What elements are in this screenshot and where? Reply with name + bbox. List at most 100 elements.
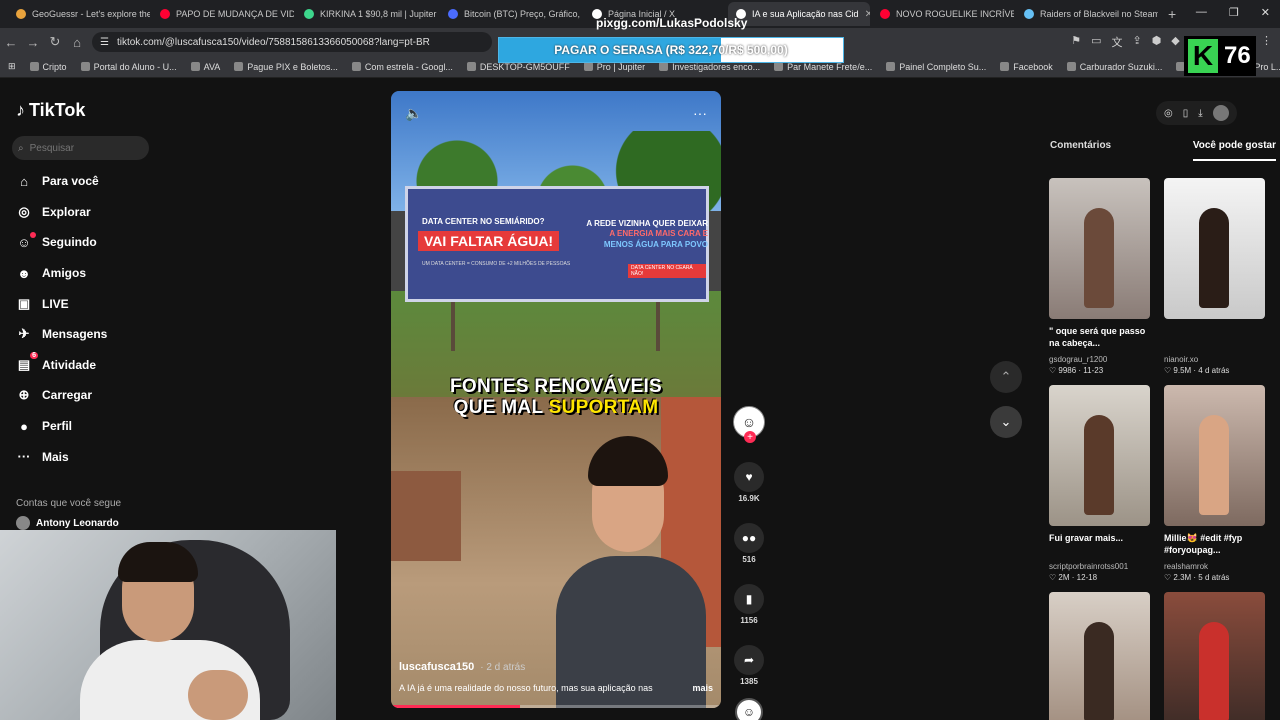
video-thumbnail[interactable] [1164, 178, 1265, 319]
card-author[interactable]: gsdograu_r1200 [1049, 355, 1150, 364]
bookmark-item[interactable]: Investigadores enco... [659, 62, 760, 72]
search-input[interactable] [29, 142, 130, 154]
browser-tab[interactable]: KIRKINA 1 $90,8 mil | Jupiter [296, 2, 438, 26]
previous-video-button[interactable]: ⌃ [990, 361, 1022, 393]
video-thumbnail[interactable] [1164, 592, 1265, 720]
bookmark-item[interactable]: Painel Completo Su... [886, 62, 986, 72]
bookmark-icon: ▮ [745, 592, 753, 606]
new-tab-button[interactable]: + [1160, 6, 1184, 22]
bookmark-item[interactable]: Facebook [1000, 62, 1053, 72]
apps-grid-icon[interactable]: ⊞ [8, 61, 16, 72]
music-disc[interactable]: ☺ [735, 698, 763, 720]
next-video-button[interactable]: ⌄ [990, 406, 1022, 438]
browser-tab[interactable]: GeoGuessr - Let's explore the [8, 2, 150, 26]
caption-line: QUE MAL SUPORTAM [391, 397, 721, 419]
suggested-video-card[interactable]: nianoir.xo ♡ 9.5M · 4 d atrás [1164, 178, 1265, 375]
video-player[interactable]: DATA CENTER NO SEMIÁRIDO? VAI FALTAR ÁGU… [391, 91, 721, 708]
browser-tab[interactable]: Bitcoin (BTC) Preço, Gráfico, Ca [440, 2, 582, 26]
bookmark-item[interactable]: Com estrela - Googl... [351, 62, 453, 72]
thumbnail-figure [1084, 208, 1114, 308]
sidebar-item[interactable]: ◎ Explorar [16, 203, 107, 222]
follow-plus-icon[interactable]: + [744, 431, 756, 443]
save-button[interactable]: ▮ [734, 584, 764, 614]
close-tab-icon[interactable]: ✕ [865, 9, 870, 20]
video-progress-bar[interactable] [391, 705, 721, 708]
more-options-icon[interactable]: ··· [693, 105, 707, 122]
bookmark-item[interactable]: AVA [190, 62, 220, 72]
extension-icon[interactable]: ▭ [1091, 34, 1101, 50]
video-author[interactable]: luscafusca150 · 2 d atrás [399, 661, 713, 673]
video-thumbnail[interactable] [1049, 178, 1150, 319]
bookmark-item[interactable]: DESKTOP-GM5OUFF [466, 62, 570, 72]
home-icon[interactable]: ⌂ [66, 35, 88, 50]
volume-icon[interactable]: 🔈 [405, 105, 422, 122]
tab-suggested[interactable]: Você pode gostar [1192, 140, 1276, 161]
sidebar-item[interactable]: ⌂ Para você [16, 172, 107, 191]
card-author[interactable]: scriptporbrainrotss001 [1049, 562, 1150, 571]
sidebar-item[interactable]: ⊕ Carregar [16, 386, 107, 405]
bookmark-item[interactable]: Pague PIX e Boletos... [234, 62, 338, 72]
share-icon[interactable]: ⇪ [1132, 34, 1141, 50]
sidebar-item[interactable]: ☺ Seguindo [16, 231, 107, 252]
bookmark-favicon-icon [583, 62, 593, 71]
bookmark-item[interactable]: Carburador Suzuki... [1066, 62, 1162, 72]
suggested-video-card[interactable]: Millie😻 #edit #fyp #foryoupag... realsham… [1164, 385, 1265, 582]
extension-icon[interactable]: ⬢ [1152, 34, 1162, 50]
more-link[interactable]: mais [692, 683, 713, 693]
site-info-icon[interactable]: ☰ [100, 37, 109, 48]
browser-tab[interactable]: PAPO DE MUDANÇA DE VIDA [152, 2, 294, 26]
reload-icon[interactable]: ↻ [44, 34, 66, 50]
suggested-video-card[interactable] [1164, 592, 1265, 720]
menu-kebab-icon[interactable]: ⋮ [1261, 34, 1272, 50]
like-button[interactable]: ♥ [734, 462, 764, 492]
bookmark-favicon-icon [351, 62, 361, 71]
sidebar-item[interactable]: ··· Mais [16, 447, 107, 466]
sidebar-item[interactable]: ● Perfil [16, 417, 107, 436]
video-caption-overlay: FONTES RENOVÁVEIS QUE MAL SUPORTAM [391, 376, 721, 419]
sidebar-item[interactable]: ✈ Mensagens [16, 325, 108, 344]
suggested-video-card[interactable] [1049, 592, 1150, 720]
video-thumbnail[interactable] [1049, 592, 1150, 720]
sidebar-item[interactable]: ▤ 6 Atividade [16, 351, 107, 375]
creator-avatar[interactable]: ☺ + [733, 406, 765, 443]
suggested-video-card[interactable]: Fui gravar mais... scriptporbrainrotss001… [1049, 385, 1150, 582]
tab-comments[interactable]: Comentários [1050, 140, 1111, 161]
card-author[interactable]: nianoir.xo [1164, 355, 1265, 364]
bookmark-item[interactable]: Portal do Aluno - U... [80, 62, 177, 72]
browser-tab[interactable]: IA e sua Aplicação nas Cid ✕ [728, 2, 870, 26]
share-button[interactable]: ➦ [734, 645, 764, 675]
tab-title: PAPO DE MUDANÇA DE VIDA [176, 9, 294, 19]
back-icon[interactable]: ← [0, 35, 22, 50]
extension-icon[interactable]: ◆ [1171, 34, 1179, 50]
download-icon[interactable]: ⤓ [1198, 108, 1202, 119]
sidebar-item[interactable]: ☻ Amigos [16, 264, 107, 283]
browser-tab[interactable]: Raiders of Blackveil no Steam [1016, 2, 1158, 26]
comment-button[interactable]: ●● [734, 523, 764, 553]
video-thumbnail[interactable] [1049, 385, 1150, 526]
profile-avatar[interactable] [1212, 105, 1229, 121]
coins-icon[interactable]: ◎ [1164, 108, 1173, 119]
extension-icon[interactable]: ⚑ [1071, 34, 1081, 50]
tiktok-logo[interactable]: ♪ TikTok [16, 100, 85, 121]
bookmark-item[interactable]: Par Manete Frete/e... [774, 62, 872, 72]
close-window-icon[interactable]: ✕ [1261, 6, 1270, 19]
suggested-video-card[interactable]: " oque será que passo na cabeça... gsdogr… [1049, 178, 1150, 375]
caption-line: FONTES RENOVÁVEIS [449, 376, 663, 397]
url-field[interactable]: ☰ tiktok.com/@luscafusca150/video/758815… [92, 32, 492, 52]
bookmark-item[interactable]: Cripto [29, 62, 67, 72]
author-name[interactable]: luscafusca150 [399, 661, 474, 673]
sidebar-item[interactable]: ▣ LIVE [16, 294, 107, 313]
tab-title: GeoGuessr - Let's explore the [32, 9, 150, 19]
forward-icon[interactable]: → [22, 35, 44, 50]
browser-tab[interactable]: NOVO ROGUELIKE INCRÍVEL L [872, 2, 1014, 26]
minimize-icon[interactable]: — [1196, 6, 1207, 19]
search-box[interactable]: ⌕ [12, 136, 149, 160]
bookmark-item[interactable]: Pro | Jupiter [583, 62, 645, 72]
following-account[interactable]: Antony Leonardo [16, 516, 119, 530]
maximize-icon[interactable]: ❐ [1229, 6, 1239, 19]
device-icon[interactable]: ▯ [1183, 108, 1189, 119]
card-author[interactable]: realshamrok [1164, 562, 1265, 571]
video-thumbnail[interactable] [1164, 385, 1265, 526]
sidebar-item-label: Explorar [42, 204, 91, 219]
translate-icon[interactable]: 文 [1111, 34, 1122, 50]
